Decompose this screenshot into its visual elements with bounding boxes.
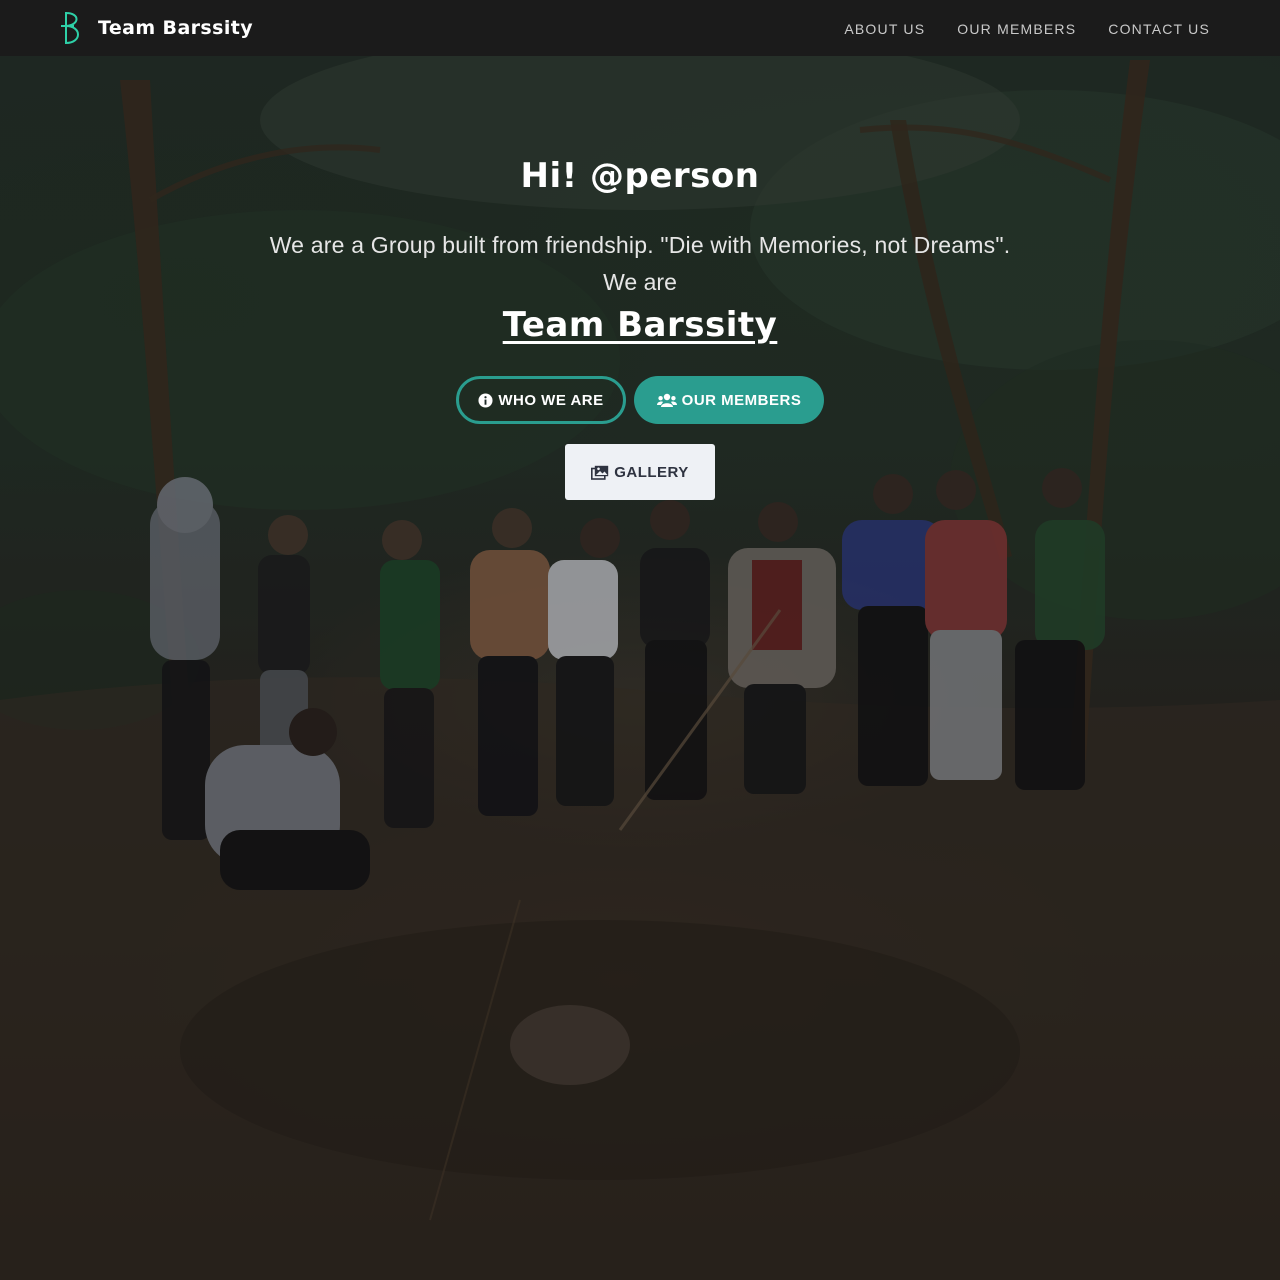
gallery-button[interactable]: GALLERY (565, 444, 715, 500)
tagline: We are a Group built from friendship. "D… (269, 232, 1011, 258)
who-we-are-button[interactable]: WHO WE ARE (456, 376, 626, 424)
navbar: Team Barssity ABOUT US OUR MEMBERS CONTA… (0, 0, 1280, 56)
letter-b-logo-icon (61, 12, 79, 44)
brand-link[interactable]: Team Barssity (60, 10, 253, 46)
users-icon (656, 393, 677, 408)
nav-links: ABOUT US OUR MEMBERS CONTACT US (812, 0, 1210, 56)
greeting-heading: Hi! @person (520, 156, 760, 196)
images-icon (591, 465, 609, 480)
info-circle-icon (478, 392, 493, 408)
brand-name: Team Barssity (98, 17, 254, 39)
our-members-button[interactable]: OUR MEMBERS (634, 376, 824, 424)
team-name-link[interactable]: Team Barssity (0, 305, 1280, 345)
nav-about-us[interactable]: ABOUT US (844, 19, 925, 37)
who-we-are-label: WHO WE ARE (498, 391, 604, 409)
nav-contact-us[interactable]: CONTACT US (1108, 19, 1210, 37)
nav-our-members[interactable]: OUR MEMBERS (957, 19, 1076, 37)
we-are-text: We are (603, 269, 677, 295)
gallery-label: GALLERY (614, 463, 689, 481)
our-members-label: OUR MEMBERS (681, 391, 802, 409)
